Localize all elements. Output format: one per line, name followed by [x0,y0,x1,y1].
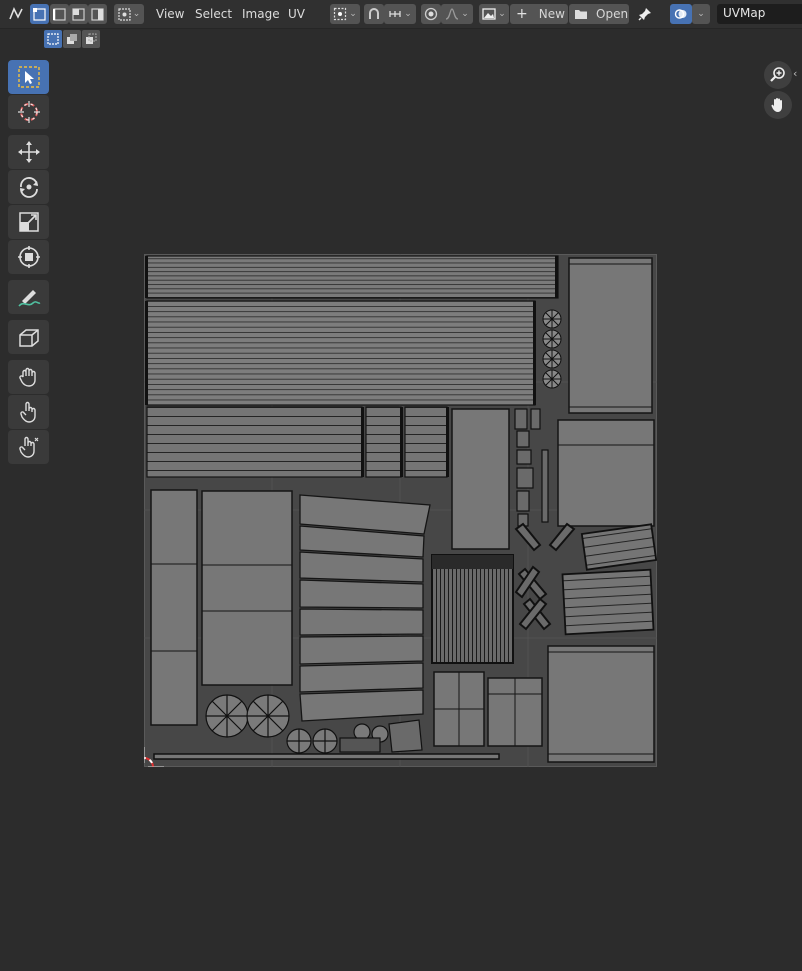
transform-tool[interactable] [8,240,49,274]
select-extend-button[interactable] [63,30,81,48]
plus-icon: + [516,6,528,22]
annotate-tool[interactable] [8,280,49,314]
falloff-curve-icon [446,8,459,20]
rotate-icon [19,177,38,198]
new-image-label: New [538,7,565,21]
edge-select-button[interactable] [50,4,69,24]
new-image-button[interactable]: + New [510,4,568,24]
relax-icon [19,401,36,423]
chevron-down-icon: ⌄ [404,9,412,19]
pan-view-button[interactable] [764,91,792,119]
snap-increment-icon [389,11,401,17]
open-image-label: Open [596,7,629,21]
chevron-down-icon: ⌄ [697,9,705,19]
face-select-icon [72,7,85,21]
select-extend-icon [67,34,77,44]
menu-uv[interactable]: UV [288,6,305,22]
grab-icon [18,367,36,387]
uv-editor-header: ⌄ View Select Image UV ⌄ ⌄ ⌄ ⌄ + New Ope… [0,0,802,29]
uv-canvas[interactable] [144,254,657,767]
pin-image-toggle[interactable] [634,4,656,24]
chevron-left-icon[interactable]: ‹ [793,67,797,80]
island-select-icon [118,7,131,21]
relax-tool[interactable] [8,395,49,429]
transform-icon [17,246,40,268]
select-subtract-icon [86,33,97,44]
overlay-icon [674,9,687,19]
select-box-icon [17,66,40,88]
uv-editor-icon [9,7,23,20]
sticky-select-dropdown[interactable]: ⌄ [114,4,144,24]
scale-icon [18,212,39,232]
falloff-dropdown[interactable]: ⌄ [441,4,473,24]
zoom-view-button[interactable] [764,61,792,89]
face-select-button[interactable] [69,4,88,24]
menu-select[interactable]: Select [195,6,232,22]
grab-tool[interactable] [8,360,49,394]
snap-icon [369,8,379,19]
move-icon [17,141,40,163]
scale-tool[interactable] [8,205,49,239]
island-select-icon [91,7,104,21]
proportional-edit-icon [424,7,438,21]
editor-type-button[interactable] [4,4,28,24]
cursor-icon [17,101,40,123]
chevron-down-icon: ⌄ [132,9,141,19]
browse-image-dropdown[interactable]: ⌄ [479,4,509,24]
overlays-toggle[interactable] [670,4,692,24]
menu-image[interactable]: Image [242,6,280,22]
snap-target-dropdown[interactable]: ⌄ [384,4,416,24]
vertex-select-button[interactable] [30,4,49,24]
folder-icon [575,10,587,19]
annotate-icon [17,290,40,307]
selection-mode-bar [44,30,101,50]
pivot-point-dropdown[interactable]: ⌄ [330,4,360,24]
select-box-tool[interactable] [8,60,49,94]
overlays-dropdown[interactable]: ⌄ [692,4,710,24]
pin-icon [638,8,651,21]
menu-view[interactable]: View [156,6,184,22]
select-new-icon [47,33,59,45]
image-browse-icon [482,8,496,20]
cursor-tool[interactable] [8,95,49,129]
uv-layout [144,254,657,767]
proportional-edit-toggle[interactable] [421,4,441,24]
chevron-down-icon: ⌄ [498,9,506,19]
hand-icon [771,98,782,112]
edge-select-icon [53,7,66,21]
island-select-button[interactable] [88,4,107,24]
uv-map-field[interactable]: UVMap [717,4,802,24]
select-new-button[interactable] [44,30,62,48]
select-subtract-button[interactable] [82,30,100,48]
pinch-icon [18,436,38,458]
chevron-down-icon: ⌄ [461,9,469,19]
rotate-tool[interactable] [8,170,49,204]
snap-toggle[interactable] [364,4,384,24]
rip-region-icon [18,329,39,347]
chevron-down-icon: ⌄ [349,9,357,19]
pinch-tool[interactable] [8,430,49,464]
move-tool[interactable] [8,135,49,169]
zoom-icon [770,67,785,82]
vertex-select-icon [33,7,46,21]
pivot-point-icon [334,7,347,21]
rip-region-tool[interactable] [8,320,49,354]
open-image-button[interactable]: Open [569,4,629,24]
